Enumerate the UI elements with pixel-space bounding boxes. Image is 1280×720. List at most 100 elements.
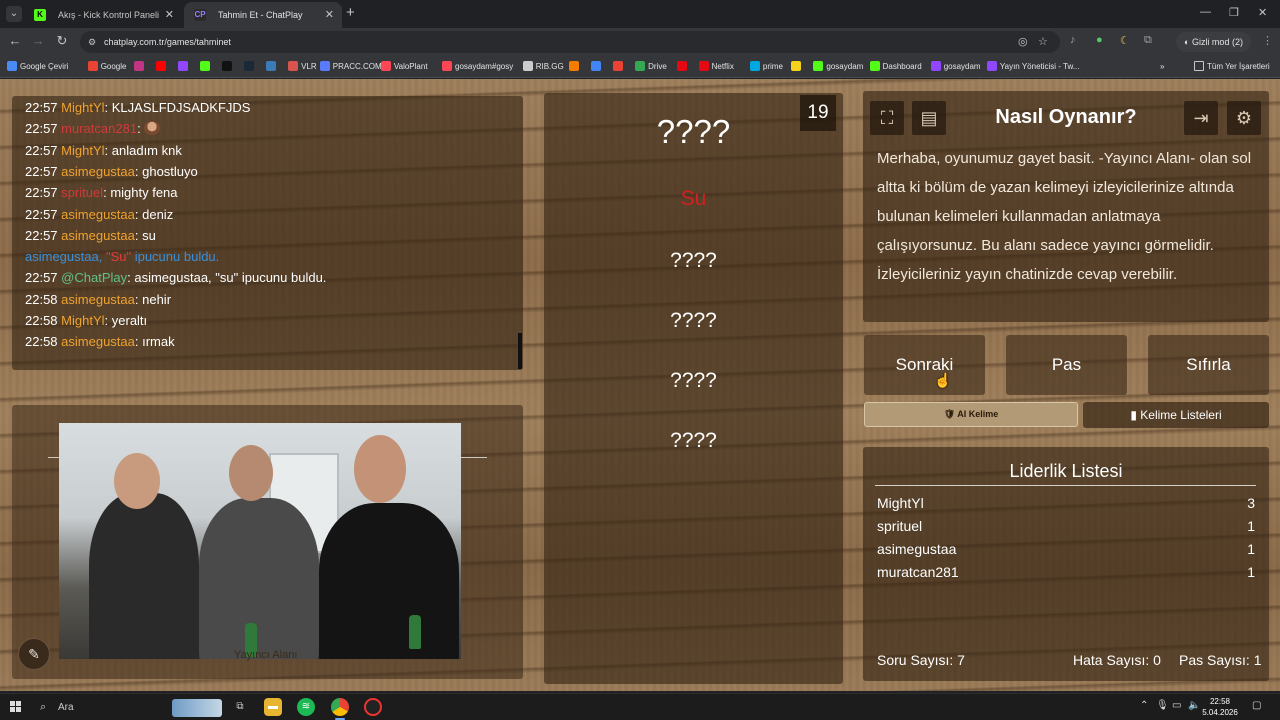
clue-word-found: Su — [680, 187, 707, 210]
browser-tab-chatplay[interactable]: CP Tahmin Et - ChatPlay ✕ — [184, 2, 342, 28]
bookmark-item[interactable] — [613, 56, 626, 78]
bookmarks-overflow-icon[interactable]: » — [1160, 56, 1164, 78]
chat-username[interactable]: muratcan281 — [61, 121, 137, 136]
spotify-icon[interactable]: ≋ — [297, 698, 315, 716]
all-bookmarks-button[interactable]: Tüm Yer İşaretleri — [1194, 56, 1270, 78]
bookmark-item[interactable] — [200, 56, 213, 78]
bookmark-item[interactable] — [676, 56, 690, 78]
bookmark-item[interactable] — [222, 56, 235, 78]
system-clock[interactable]: 22:58 5.04.2026 — [1200, 696, 1240, 718]
chat-timestamp: 22:57 — [25, 121, 58, 137]
all-bookmarks-label: Tüm Yer İşaretleri — [1207, 62, 1270, 71]
search-placeholder: Ara — [58, 702, 74, 713]
bookmark-item[interactable] — [266, 56, 279, 78]
browser-tab-kick[interactable]: K Akış - Kick Kontrol Paneli ✕ — [24, 2, 182, 28]
bookmark-item[interactable]: prime — [749, 56, 783, 78]
window-close-icon[interactable]: ✕ — [1258, 6, 1267, 19]
word-card: 19 ???? Su???????????????? — [544, 93, 843, 684]
bookmark-item[interactable] — [591, 56, 604, 78]
exit-icon[interactable]: ⇥ — [1184, 101, 1218, 135]
close-icon[interactable]: ✕ — [325, 2, 334, 28]
word-lists-button[interactable]: ▮ Kelime Listeleri — [1083, 402, 1269, 428]
notification-icon[interactable]: ▢ — [1252, 700, 1261, 711]
reload-icon[interactable]: ↻ — [53, 33, 71, 49]
tab-search-button[interactable]: ⌄ — [6, 6, 22, 22]
chrome-icon[interactable] — [331, 698, 349, 716]
microphone-icon[interactable]: 🎙 — [1156, 700, 1169, 711]
extension-icon[interactable]: ● — [1096, 34, 1103, 46]
bookmark-item[interactable]: RIB.GG — [522, 56, 564, 78]
minimize-icon[interactable]: — — [1200, 6, 1211, 18]
settings-gear-icon[interactable]: ⚙ — [1227, 101, 1261, 135]
incognito-label: Gizli mod (2) — [1191, 37, 1243, 47]
restore-icon[interactable]: ❐ — [1229, 6, 1239, 19]
bookmark-item[interactable]: gosaydam — [813, 56, 863, 78]
new-tab-button[interactable]: + — [346, 4, 355, 21]
bookmark-item[interactable]: ValoPlant — [380, 56, 428, 78]
chat-timestamp: 22:57 — [25, 100, 58, 115]
chat-username[interactable]: @ChatPlay — [61, 270, 127, 285]
next-button[interactable]: Sonraki — [864, 335, 985, 395]
chat-username[interactable]: asimegustaa — [61, 292, 135, 307]
chat-username[interactable]: asimegustaa — [61, 334, 135, 349]
bookmark-item[interactable]: Netflix — [698, 56, 734, 78]
bookmark-item[interactable]: gosaydam — [930, 56, 981, 78]
close-icon[interactable]: ✕ — [165, 2, 174, 28]
chat-message: 22:57 asimegustaa: su — [25, 228, 156, 243]
bookmark-item[interactable]: Google — [87, 56, 126, 78]
pass-button[interactable]: Pas — [1006, 335, 1127, 395]
forward-icon[interactable]: → — [29, 33, 47, 48]
eye-off-icon[interactable]: ◎ — [1018, 31, 1028, 53]
divider — [875, 485, 1256, 486]
file-explorer-icon[interactable]: ▬ — [264, 698, 282, 716]
bookmark-favicon-icon — [749, 61, 760, 71]
bookmark-favicon-icon — [380, 61, 391, 71]
chat-username[interactable]: MightYl — [61, 143, 104, 158]
bookmark-item[interactable]: Yayın Yöneticisi - Tw... — [986, 56, 1079, 78]
eyedropper-icon[interactable]: ✎ — [18, 638, 50, 670]
chat-username[interactable]: asimegustaa — [61, 164, 135, 179]
task-view-icon[interactable]: ⧉ — [231, 698, 249, 716]
bookmark-star-icon[interactable]: ☆ — [1038, 31, 1048, 53]
bookmark-item[interactable]: PRACC.COM — [319, 56, 382, 78]
ai-word-button[interactable]: 🛡 AI Kelime — [864, 402, 1078, 427]
bookmark-item[interactable] — [791, 56, 804, 78]
extensions-puzzle-icon[interactable]: ⧉ — [1144, 34, 1152, 47]
bookmark-item[interactable] — [156, 56, 169, 78]
volume-icon[interactable]: ♪ — [1070, 34, 1076, 46]
network-icon[interactable]: ▭ — [1172, 700, 1181, 711]
chat-username[interactable]: asimegustaa — [61, 228, 135, 243]
incognito-badge[interactable]: ◐ Gizli mod (2) — [1176, 32, 1251, 52]
windows-start-icon[interactable] — [10, 701, 22, 713]
bookmark-item[interactable]: Google Çeviri — [7, 56, 68, 78]
bookmark-item[interactable]: gosaydam#gosy — [442, 56, 513, 78]
bookmark-item[interactable] — [244, 56, 257, 78]
taskbar-search[interactable]: ⌕ Ara — [34, 697, 224, 718]
word-lists-label: Kelime Listeleri — [1140, 408, 1222, 422]
dark-mode-icon[interactable]: ☾ — [1120, 34, 1130, 47]
bookmark-favicon-icon — [319, 61, 330, 71]
bookmark-item[interactable] — [569, 56, 582, 78]
bookmark-item[interactable]: Drive — [635, 56, 667, 78]
chat-username[interactable]: MightYl — [61, 313, 104, 328]
leaderboard-row: MightYl 3 — [877, 495, 1255, 515]
bookmark-item[interactable]: VLR — [288, 56, 317, 78]
chat-username[interactable]: MightYl — [61, 100, 104, 115]
address-bar[interactable]: ⚙ chatplay.com.tr/games/tahminet ◎ ☆ — [80, 31, 1060, 53]
chat-username[interactable]: asimegustaa — [61, 207, 135, 222]
reset-button[interactable]: Sıfırla — [1148, 335, 1269, 395]
speaker-icon[interactable]: 🔈 — [1188, 700, 1200, 711]
bookmark-favicon-icon — [200, 61, 211, 71]
chat-text: : yeraltı — [104, 313, 148, 328]
bookmark-item[interactable]: Dashboard — [869, 56, 922, 78]
bookmark-label: ValoPlant — [393, 62, 428, 71]
bookmark-item[interactable] — [134, 56, 147, 78]
menu-icon[interactable]: ⋮ — [1262, 34, 1273, 47]
site-info-icon[interactable]: ⚙ — [88, 36, 100, 48]
tray-chevron-icon[interactable]: ⌃ — [1140, 700, 1148, 711]
recording-app-icon[interactable] — [364, 698, 382, 716]
chat-username[interactable]: sprituel — [61, 185, 103, 200]
chat-scrollbar[interactable] — [518, 333, 522, 369]
back-icon[interactable]: ← — [6, 33, 24, 48]
bookmark-item[interactable] — [178, 56, 191, 78]
